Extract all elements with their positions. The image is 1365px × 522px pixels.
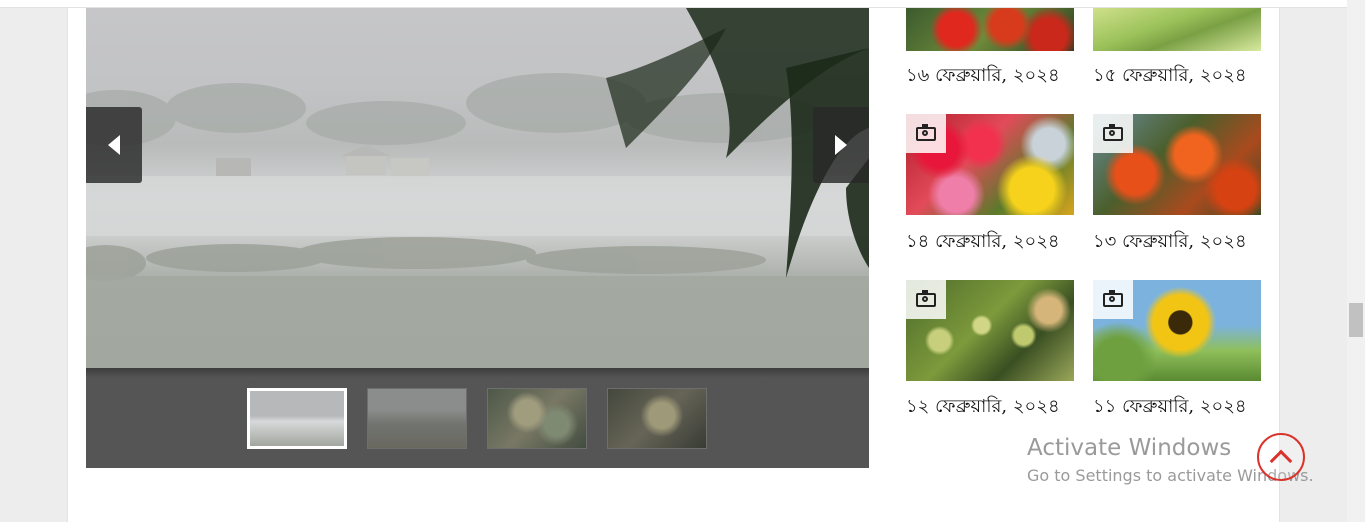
photo-slider [86,8,869,468]
camera-icon [906,114,946,153]
slider-next-button[interactable] [813,107,869,183]
camera-icon [1093,280,1133,319]
scrollbar-thumb[interactable] [1349,303,1363,337]
slider-thumbnail-3[interactable] [487,388,587,449]
slider-thumbnails [247,388,707,449]
gallery-photo[interactable] [1093,8,1261,51]
slider-prev-button[interactable] [86,107,142,183]
back-to-top-button[interactable] [1257,433,1305,481]
photo-gallery: ১৬ ফেব্রুয়ারি, ২০২৪ ১৫ ফেব্রুয়ারি, ২০২… [906,0,1261,420]
slider-shadow [86,368,869,378]
camera-icon [1093,114,1133,153]
gallery-item[interactable]: ১৪ ফেব্রুয়ারি, ২০২৪ [906,114,1074,252]
chevron-up-icon [1269,449,1293,473]
slider-thumbnail-4[interactable] [607,388,707,449]
gallery-date[interactable]: ১৫ ফেব্রুয়ারি, ২০২৪ [1093,61,1353,92]
gallery-date[interactable]: ১১ ফেব্রুয়ারি, ২০২৪ [1093,392,1353,423]
page-scrollbar[interactable] [1347,0,1365,522]
chevron-right-icon [835,135,847,155]
gallery-item[interactable]: ১৫ ফেব্রুয়ারি, ২০২৪ [1093,8,1261,86]
chevron-left-icon [108,135,120,155]
gallery-photo[interactable] [1093,114,1261,215]
gallery-photo[interactable] [906,114,1074,215]
foggy-landscape-image [86,8,869,368]
gallery-item[interactable]: ১৬ ফেব্রুয়ারি, ২০২৪ [906,8,1074,86]
camera-icon [906,280,946,319]
gallery-item[interactable]: ১২ ফেব্রুয়ারি, ২০২৪ [906,280,1074,417]
gallery-photo[interactable] [1093,280,1261,381]
slider-main-photo [86,8,869,368]
gallery-photo[interactable] [906,8,1074,51]
gallery-item[interactable]: ১১ ফেব্রুয়ারি, ২০২৪ [1093,280,1261,417]
slider-thumbnail-1[interactable] [247,388,347,449]
gallery-item[interactable]: ১৩ ফেব্রুয়ারি, ২০২৪ [1093,114,1261,252]
gallery-photo[interactable] [906,280,1074,381]
slider-thumbnail-2[interactable] [367,388,467,449]
gallery-date[interactable]: ১৩ ফেব্রুয়ারি, ২০২৪ [1093,227,1353,258]
